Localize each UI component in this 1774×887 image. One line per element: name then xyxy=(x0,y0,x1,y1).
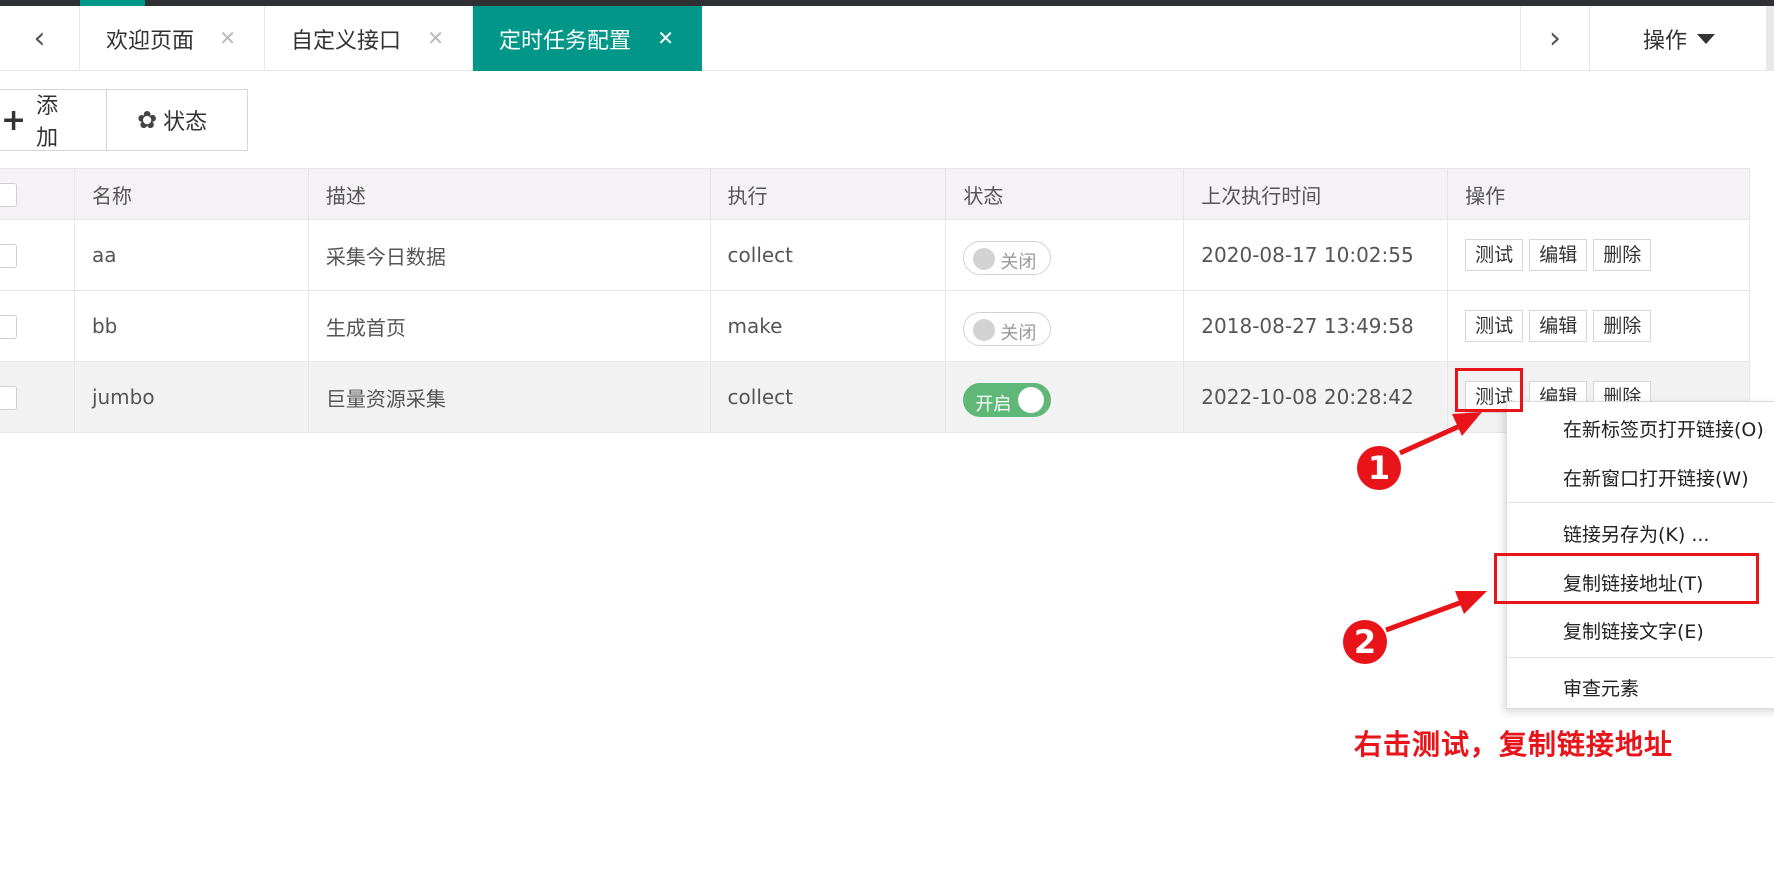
arrow-1-head xyxy=(1452,412,1482,436)
step-1-badge: 1 xyxy=(1357,446,1401,490)
step-2-badge: 2 xyxy=(1343,620,1387,664)
arrow-2-head xyxy=(1455,591,1487,614)
instruction-caption: 右击测试，复制链接地址 xyxy=(1354,728,1674,761)
arrow-1-shaft xyxy=(1398,422,1464,456)
arrow-2-shaft xyxy=(1385,598,1466,633)
